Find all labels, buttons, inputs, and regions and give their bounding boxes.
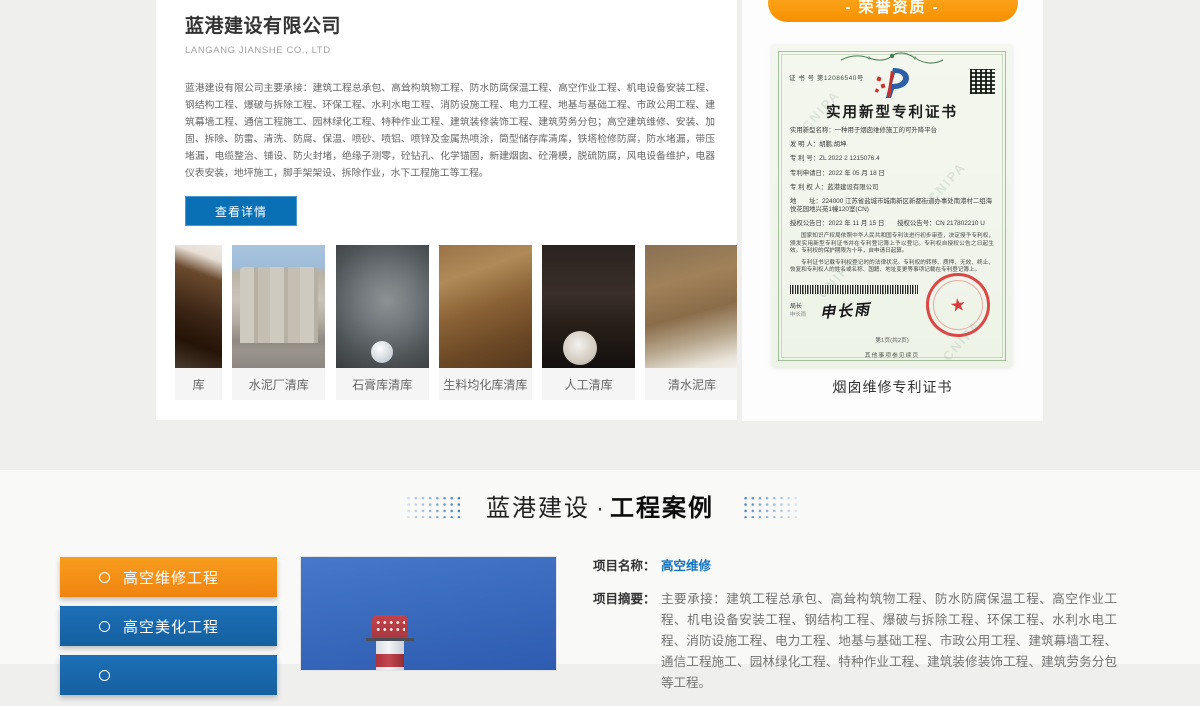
company-title: 蓝港建设有限公司: [185, 14, 737, 40]
certificate-field: 授权公告日：2022 年 11 月 15 日 授权公告号：CN 21780221…: [790, 220, 994, 228]
certificate-footer-note: 其他事项参见续页: [772, 350, 1012, 359]
director-signature: 申长雨: [820, 298, 872, 323]
gallery-photo: [542, 245, 635, 368]
circle-bullet-icon: [99, 621, 110, 632]
gallery-caption: 生料均化库清库: [439, 368, 532, 400]
gallery-photo: [645, 245, 737, 368]
circle-bullet-icon: [99, 572, 110, 583]
menu-item-gaokong-meihua[interactable]: 高空美化工程: [60, 606, 277, 646]
case-category-menu: 高空维修工程 高空美化工程: [60, 557, 277, 704]
gallery-card[interactable]: 石膏库清库: [336, 245, 429, 400]
project-summary-row: 项目摘要： 主要承接：建筑工程总承包、高耸构筑物工程、防水防腐保温工程、高空作业…: [593, 589, 1117, 694]
menu-item-third[interactable]: [60, 655, 277, 695]
gallery-card[interactable]: 人工清库: [542, 245, 635, 400]
barcode: [790, 285, 918, 294]
garland-ornament: [837, 52, 947, 64]
page: 蓝港建设有限公司 LANGANG JIANSHE CO., LTD 蓝港建设有限…: [0, 0, 1200, 664]
project-name-row: 项目名称： 高空维修: [593, 556, 1117, 577]
menu-item-label: 高空美化工程: [123, 616, 219, 637]
gallery-photo: [232, 245, 325, 368]
certificate-field: 专 利 号：ZL 2022 2 1215076.4: [790, 155, 994, 163]
section-title-separator: ·: [596, 495, 604, 522]
project-summary-text: 主要承接：建筑工程总承包、高耸构筑物工程、防水防腐保温工程、高空作业工程、机电设…: [661, 589, 1117, 694]
case-details: 项目名称： 高空维修 项目摘要： 主要承接：建筑工程总承包、高耸构筑物工程、防水…: [593, 556, 1117, 706]
cnipa-logo: [869, 65, 915, 101]
official-seal: ★: [922, 269, 994, 341]
dots-decoration-right: [740, 493, 797, 518]
certificate-field: 发 明 人：胡鹏;胡坤: [790, 141, 994, 149]
gallery-carousel[interactable]: 库 水泥厂清库 石膏库清库 生料均化库清库 人工清库: [175, 245, 737, 400]
section-title-brand: 蓝港建设: [486, 495, 590, 522]
gallery-card[interactable]: 库: [175, 245, 222, 400]
chimney-illustration: [372, 615, 408, 671]
gallery-photo: [175, 245, 222, 368]
company-panel: 蓝港建设有限公司 LANGANG JIANSHE CO., LTD 蓝港建设有限…: [156, 0, 737, 420]
honor-panel: - 荣誉资质 - 证 书 号 第12086540号: [742, 0, 1043, 421]
gallery-caption: 人工清库: [542, 368, 635, 400]
certificate-page-number: 第1页(共2页): [772, 335, 1012, 344]
certificate-paragraph: 国家知识产权局依照中华人民共和国专利法进行初步审查，决定授予专利权，颁发实用新型…: [790, 233, 994, 256]
gallery-photo: [439, 245, 532, 368]
certificate-field: 专利申请日：2022 年 05 月 18 日: [790, 170, 994, 178]
certificate-number: 证 书 号 第12086540号: [789, 72, 864, 82]
certificate-title: 实用新型专利证书: [772, 101, 1012, 122]
case-photo-chimney[interactable]: [300, 556, 557, 671]
certificate-field: 专 利 权 人：蓝港建设有限公司: [790, 184, 994, 192]
company-description: 蓝港建设有限公司主要承接：建筑工程总承包、高耸构筑物工程、防水防腐保温工程、高空…: [185, 80, 715, 182]
project-name-link[interactable]: 高空维修: [661, 556, 711, 577]
director-label: 局长: [790, 303, 806, 311]
project-cases-section: 蓝港建设·工程案例 高空维修工程 高空美化工程: [0, 470, 1200, 664]
project-summary-label: 项目摘要：: [593, 589, 661, 694]
menu-item-gaokong-weixiu[interactable]: 高空维修工程: [60, 557, 277, 597]
company-subtitle: LANGANG JIANSHE CO., LTD: [185, 45, 737, 56]
gallery-card[interactable]: 清水泥库: [645, 245, 737, 400]
section-title-name: 工程案例: [610, 495, 714, 522]
company-intro-section: 蓝港建设有限公司 LANGANG JIANSHE CO., LTD 蓝港建设有限…: [0, 0, 1200, 470]
circle-bullet-icon: [99, 670, 110, 681]
certificate-field: 实用新型名称：一种用于烟囱维修施工的可升降平台: [790, 127, 994, 135]
section-title: 蓝港建设·工程案例: [486, 488, 714, 523]
gallery-photo: [336, 245, 429, 368]
gallery-caption: 清水泥库: [645, 368, 737, 400]
menu-item-label: 高空维修工程: [123, 567, 219, 588]
project-name-label: 项目名称：: [593, 556, 661, 577]
gallery-caption: 库: [175, 368, 222, 400]
dots-decoration-left: [403, 493, 460, 518]
view-details-button[interactable]: 查看详情: [185, 196, 297, 226]
certificate-field: 地 址：224000 江苏省盐城市城南新区新都街道办事处南港村二组海悦花园地兴苑…: [790, 198, 994, 214]
certificate-caption: 烟囱维修专利证书: [742, 377, 1043, 397]
patent-certificate-image[interactable]: 证 书 号 第12086540号 实用新型专利证书 实用新型名称：一种用于烟囱维…: [772, 45, 1012, 367]
honor-tab-button[interactable]: - 荣誉资质 -: [768, 0, 1018, 22]
qr-code: [970, 69, 995, 94]
certificate-fields: 实用新型名称：一种用于烟囱维修施工的可升降平台 发 明 人：胡鹏;胡坤 专 利 …: [790, 127, 994, 234]
certificate-body-text: 国家知识产权局依照中华人民共和国专利法进行初步审查，决定授予专利权，颁发实用新型…: [790, 233, 994, 279]
signature-block: 局长 申长雨 申长雨: [790, 300, 871, 321]
gallery-card[interactable]: 水泥厂清库: [232, 245, 325, 400]
gallery-caption: 石膏库清库: [336, 368, 429, 400]
director-name-printed: 申长雨: [790, 311, 806, 319]
gallery-card[interactable]: 生料均化库清库: [439, 245, 532, 400]
gallery-caption: 水泥厂清库: [232, 368, 325, 400]
section-header: 蓝港建设·工程案例: [0, 488, 1200, 523]
